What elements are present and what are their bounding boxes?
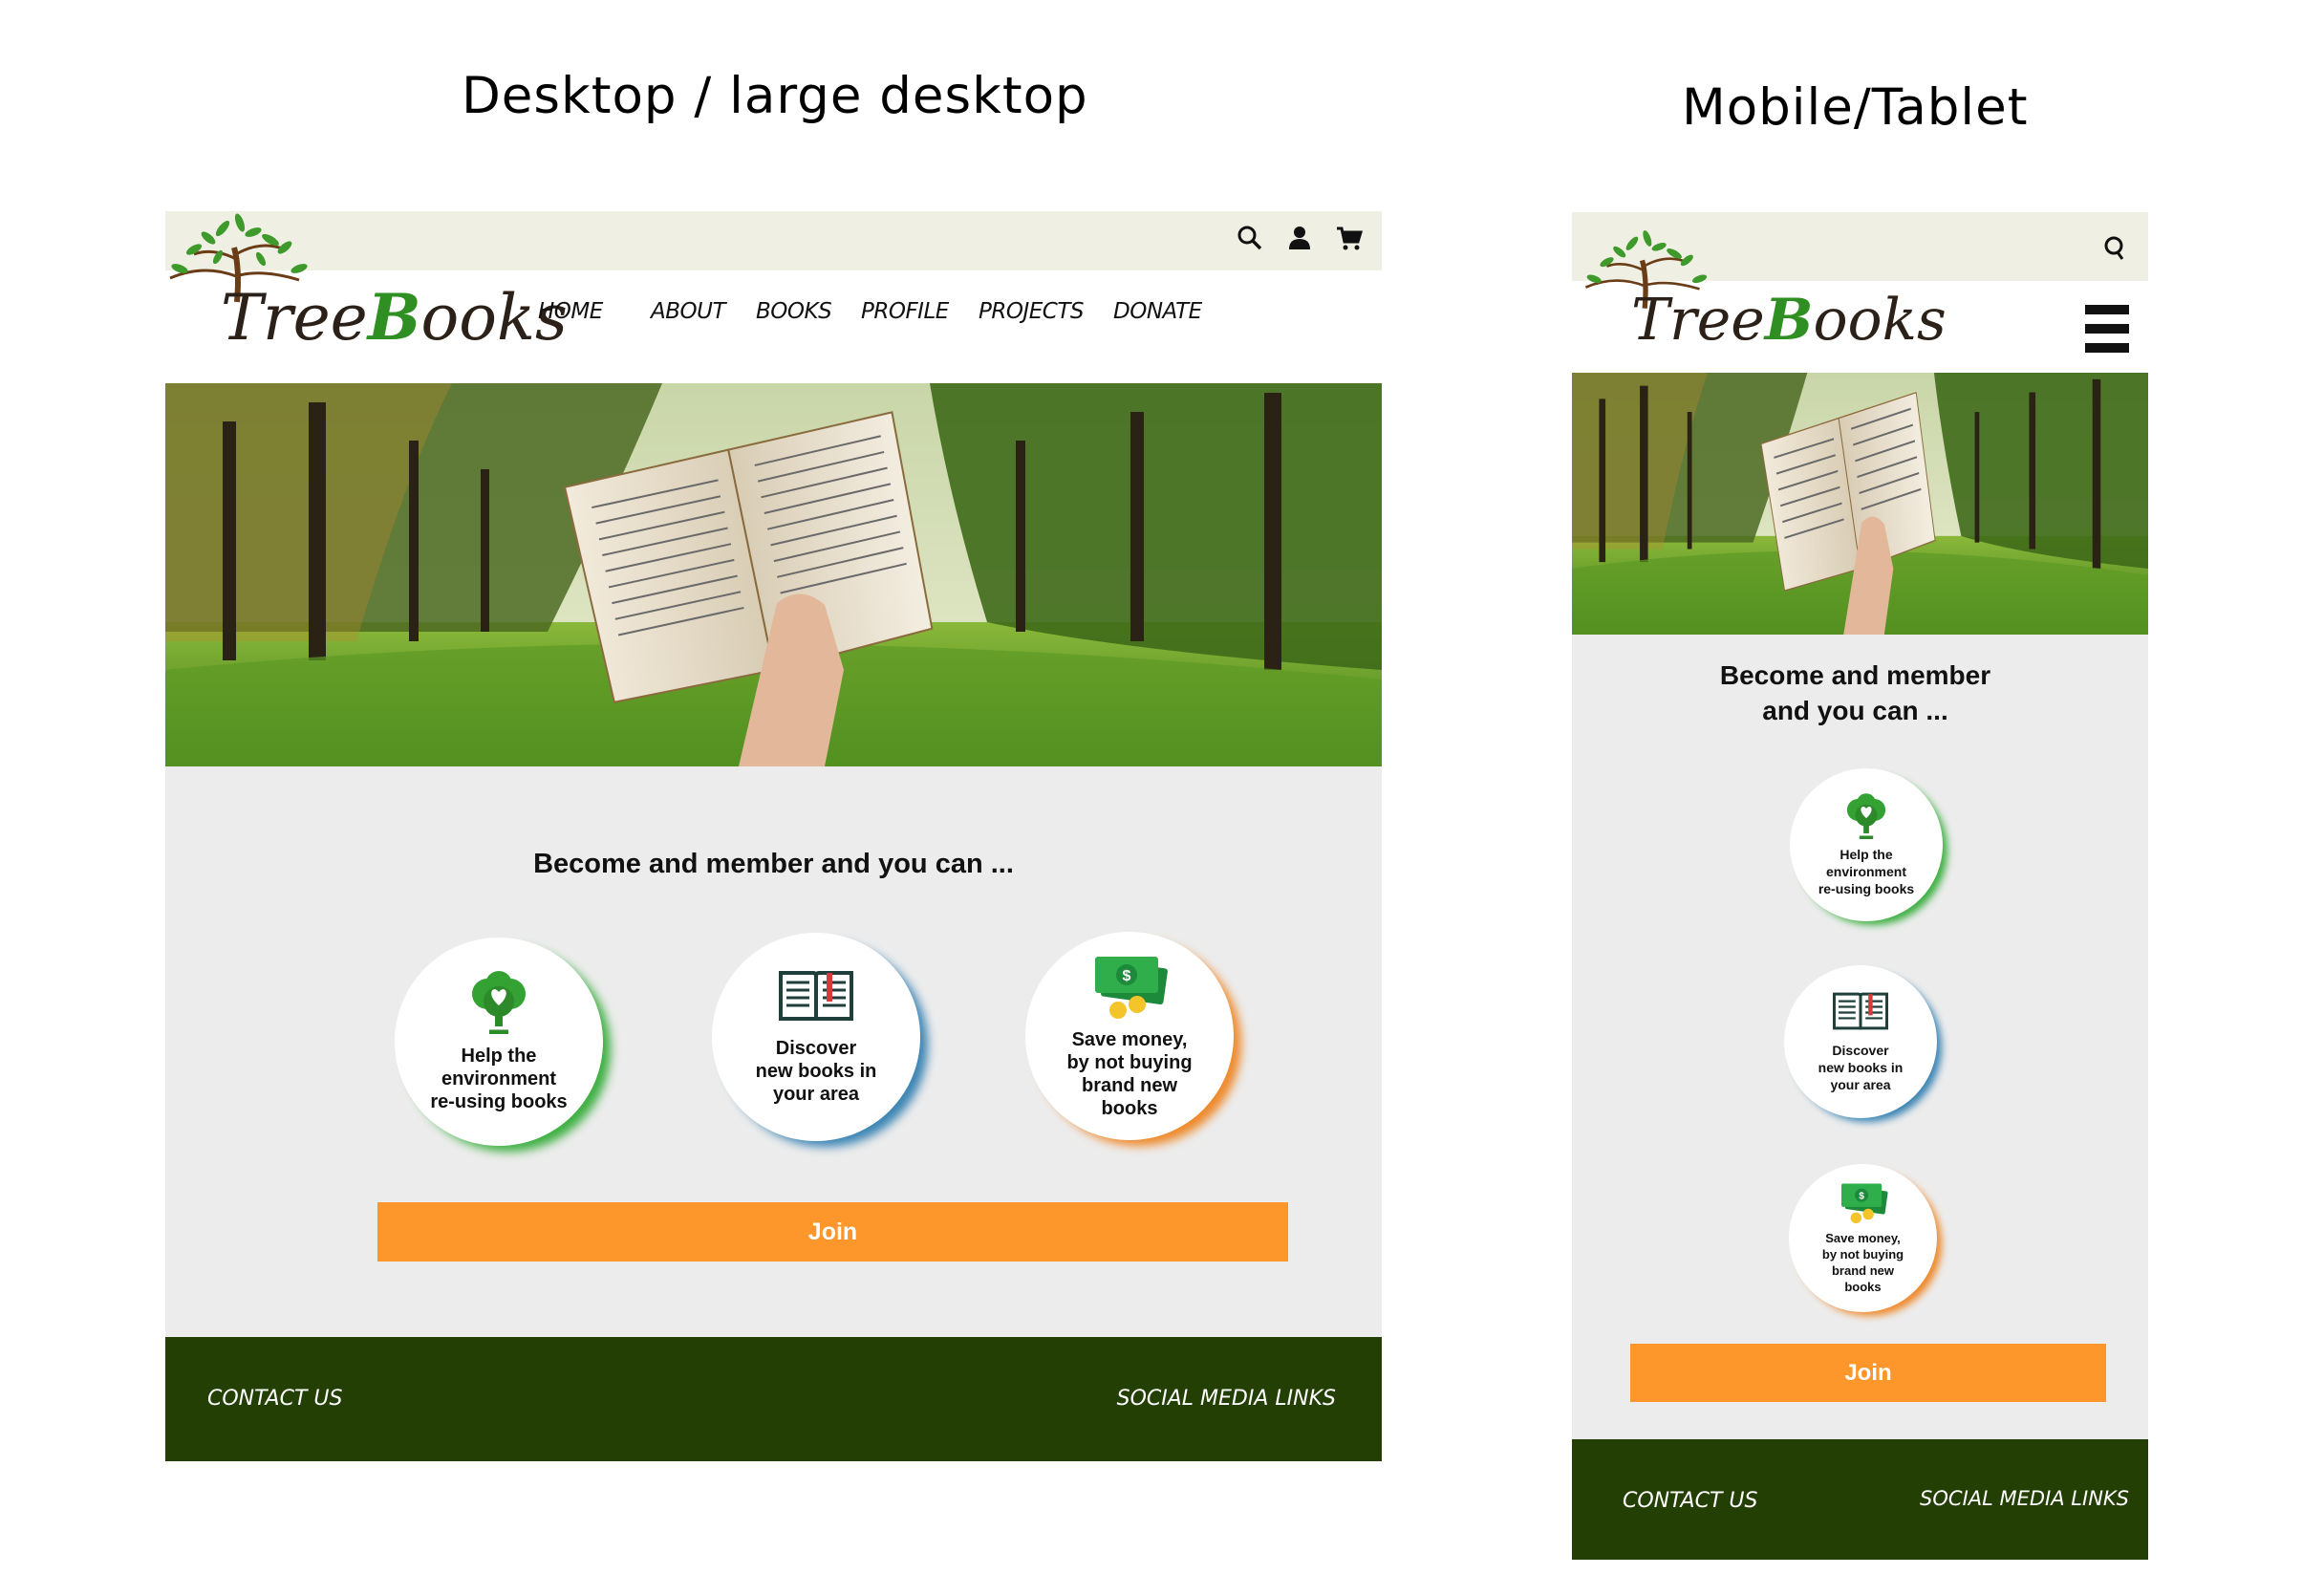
treebooks-logo[interactable]: TreeBooks [165,211,568,364]
benefit-discover: Discover new books in your area [712,933,920,1141]
search-icon[interactable] [2102,233,2127,267]
nav-books[interactable]: BOOKS [756,299,861,324]
benefit-save-money: $ Save money, by not buying brand new bo… [1025,932,1234,1140]
hero-image [165,383,1382,766]
benefit-discover: Discover new books in your area [1784,965,1937,1118]
footer: CONTACT US SOCIAL MEDIA LINKS [165,1337,1382,1461]
tree-icon [468,970,529,1039]
money-icon: $ [1089,953,1170,1026]
tree-icon [1844,792,1888,844]
join-button[interactable]: Join [1630,1344,2106,1402]
book-icon [779,969,853,1027]
benefit-environment: Help the environment re-using books [1790,768,1943,921]
membership-heading: Become and member and you can ... [533,849,1014,879]
book-icon [1833,991,1888,1036]
hamburger-menu-icon[interactable] [2085,303,2129,359]
footer: CONTACT US SOCIAL MEDIA LINKS [1572,1439,2148,1560]
nav-about[interactable]: ABOUT [651,299,756,324]
benefit-save-money: $ Save money, by not buying brand new bo… [1789,1164,1937,1312]
svg-text:$: $ [1859,1192,1864,1202]
logo-wordmark: TreeBooks [1631,287,1947,354]
svg-text:$: $ [1123,968,1131,984]
mobile-mockup: TreeBooks Become and member and you can … [1572,212,2148,1560]
treebooks-logo[interactable]: TreeBooks [1572,220,1947,373]
logo-wordmark: TreeBooks [221,280,568,355]
main-nav: HOME ABOUT BOOKS PROFILE PROJECTS DONATE [538,299,1202,324]
contact-us-link[interactable]: CONTACT US [207,1387,342,1411]
desktop-view-title: Desktop / large desktop [462,67,1088,125]
contact-us-link[interactable]: CONTACT US [1623,1489,1757,1513]
mobile-view-title: Mobile/Tablet [1682,78,2029,137]
nav-profile[interactable]: PROFILE [861,299,979,324]
user-icon[interactable] [1284,223,1315,253]
join-button[interactable]: Join [377,1202,1288,1262]
cart-icon[interactable] [1334,223,1365,253]
search-icon[interactable] [1235,223,1265,253]
social-media-links[interactable]: SOCIAL MEDIA LINKS [1920,1487,2129,1510]
membership-heading: Become and member and you can ... [1719,660,1991,725]
hero-image [1572,373,2148,635]
nav-projects[interactable]: PROJECTS [979,299,1113,324]
benefit-environment: Help the environment re-using books [395,938,603,1146]
social-media-links[interactable]: SOCIAL MEDIA LINKS [1117,1387,1336,1411]
nav-donate[interactable]: DONATE [1113,299,1202,324]
money-icon: $ [1837,1181,1890,1230]
desktop-mockup: TreeBooks HOME ABOUT BOOKS PROFILE PROJE… [165,211,1382,1461]
nav-home[interactable]: HOME [538,299,651,324]
